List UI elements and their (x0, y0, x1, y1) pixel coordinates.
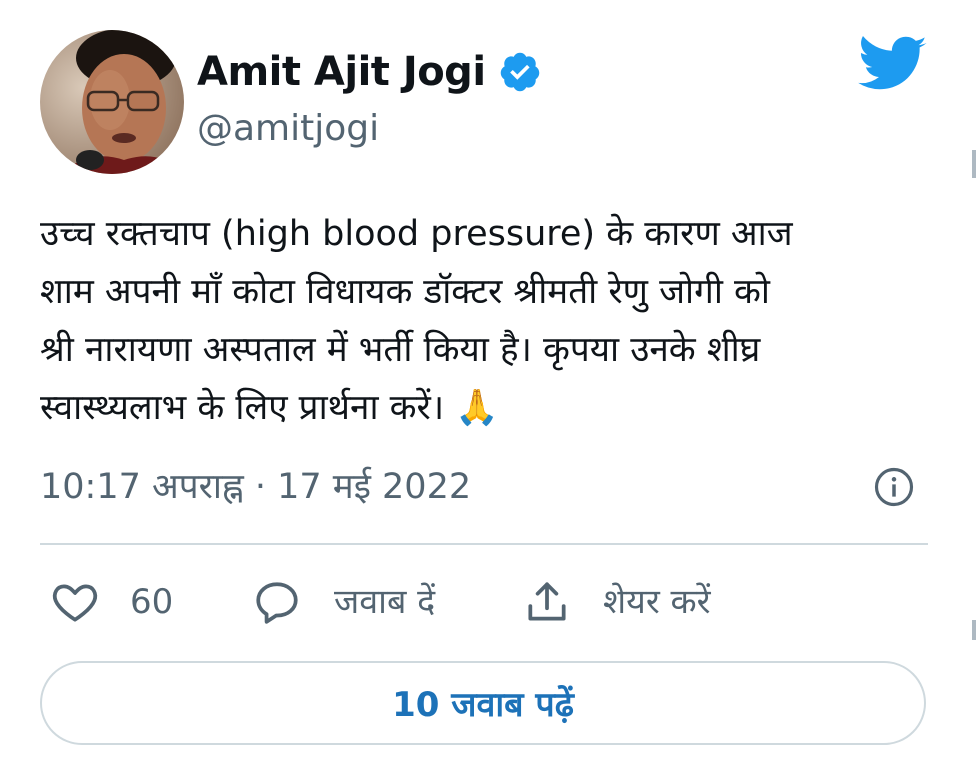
speech-bubble-icon[interactable] (252, 577, 302, 627)
twitter-bird-icon[interactable] (858, 36, 928, 94)
avatar[interactable] (40, 30, 184, 174)
share-upload-icon[interactable] (522, 577, 572, 627)
avatar-image (40, 30, 184, 174)
action-bar: 60 जवाब दें शेयर करें (0, 570, 976, 634)
heart-icon[interactable] (50, 577, 100, 627)
verified-badge-icon (500, 52, 539, 92)
tweet-timestamp[interactable]: 10:17 अपराह्न · 17 मई 2022 (40, 462, 471, 509)
share-button-label[interactable]: शेयर करें (603, 570, 711, 634)
author-name[interactable]: Amit Ajit Jogi (197, 49, 486, 95)
author-name-row[interactable]: Amit Ajit Jogi (197, 44, 542, 100)
read-replies-button[interactable]: 10 जवाब पढ़ें (40, 661, 926, 745)
reply-button-label[interactable]: जवाब दें (334, 570, 435, 634)
read-replies-label: 10 जवाब पढ़ें (392, 685, 574, 725)
like-count[interactable]: 60 (130, 570, 173, 634)
tweet-card: Amit Ajit Jogi @amitjogi उच्च रक्तचाप (h… (0, 0, 976, 772)
info-icon[interactable] (873, 466, 915, 508)
edge-artifact (972, 150, 976, 178)
author-handle[interactable]: @amitjogi (197, 108, 379, 149)
divider (40, 543, 928, 545)
tweet-text: उच्च रक्तचाप (high blood pressure) के का… (40, 214, 793, 428)
